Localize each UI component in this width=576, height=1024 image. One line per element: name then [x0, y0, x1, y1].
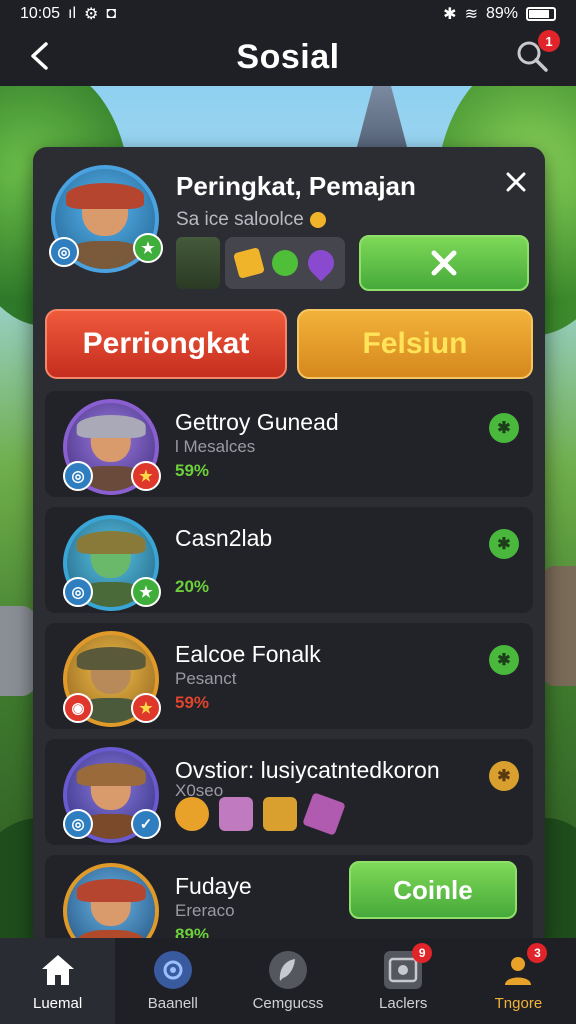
- person-icon: 3: [499, 942, 548, 989]
- player-row[interactable]: ◎ ★ Gettroy Gunead l Mesalces 59% ✱: [45, 391, 533, 497]
- player-name: Ovstior: lusiycatntedkoron: [175, 757, 440, 783]
- nav-label: Luemal: [33, 994, 83, 1012]
- star-icon: ★: [131, 577, 161, 607]
- close-button[interactable]: [501, 167, 531, 197]
- player-percent: 59%: [175, 461, 210, 480]
- item-strip: [225, 237, 345, 289]
- player-row[interactable]: ◎ ★ Casn2lab 20% ✱: [45, 507, 533, 613]
- player-percent: 20%: [175, 577, 210, 596]
- check-icon: ✓: [131, 809, 161, 839]
- status-signal: ıl: [68, 5, 77, 22]
- compass-icon: ◎: [49, 237, 79, 267]
- search-badge: 1: [538, 30, 560, 52]
- social-panel: ◎ ★ Peringkat, Pemajan Sa ice saloolce P…: [33, 147, 545, 947]
- tab-ranking[interactable]: Perriongkat: [45, 309, 287, 379]
- nav-item-camera[interactable]: 9 Laclers: [346, 938, 461, 1024]
- chevron-left-icon: [31, 42, 48, 70]
- treasure-icon: [175, 797, 209, 831]
- player-name: Gettroy Gunead: [175, 409, 339, 435]
- player-avatar: ◎ ★: [63, 515, 161, 611]
- feather-icon: [269, 950, 307, 989]
- compass-icon: ◎: [63, 577, 93, 607]
- bottom-nav: Luemal Baanell Cemgucss 9 Laclers 3 Tngo…: [0, 938, 576, 1024]
- compass-icon: ◎: [63, 461, 93, 491]
- profile-subtitle: Sa ice saloolce: [176, 209, 326, 231]
- soldier-avatar-icon: [176, 237, 220, 289]
- battery-percent: 89%: [485, 5, 518, 22]
- player-avatar: [63, 863, 159, 947]
- player-subtitle: Ereraco: [175, 901, 235, 920]
- nav-label: Cemgucss: [252, 994, 324, 1012]
- item-rewards: [175, 792, 346, 836]
- nav-badge: 9: [412, 942, 433, 963]
- x-icon: [431, 250, 457, 276]
- player-avatar: ◎ ★: [63, 399, 161, 495]
- back-button[interactable]: [22, 38, 58, 74]
- status-icon: ✱: [489, 529, 519, 559]
- player-percent: 59%: [175, 693, 210, 712]
- player-row[interactable]: ◎ ✓ Ovstior: lusiycatntedkoron X0seo ✱: [45, 739, 533, 845]
- nav-item-view[interactable]: Baanell: [115, 938, 230, 1024]
- tab-friends[interactable]: Felsiun: [297, 309, 533, 379]
- camera-icon: 9: [384, 942, 433, 989]
- profile-name: Peringkat, Pemajan: [176, 171, 416, 201]
- nav-badge: 3: [527, 942, 548, 963]
- player-row[interactable]: Fudaye Ereraco 89% Coinle: [45, 855, 533, 947]
- nav-label: Tngore: [494, 994, 543, 1012]
- player-row[interactable]: ◉ ★ Ealcoe Fonalk Pesanct 59% ✱: [45, 623, 533, 729]
- coin-icon: [309, 212, 326, 228]
- compass-icon: ◎: [63, 809, 93, 839]
- player-name: Fudaye: [175, 873, 252, 899]
- star-icon: ★: [133, 233, 163, 263]
- status-icon: ✱: [489, 761, 519, 791]
- player-subtitle: Pesanct: [175, 669, 237, 688]
- status-icon: ✱: [489, 413, 519, 443]
- profile-avatar[interactable]: ◎ ★: [49, 165, 163, 273]
- top-header: Sosial 1: [0, 28, 576, 86]
- player-name: Ealcoe Fonalk: [175, 641, 321, 667]
- status-time: 10:05: [20, 5, 61, 22]
- gift-icon: [219, 797, 253, 831]
- eye-icon: [153, 950, 192, 989]
- gold-bars-icon: [233, 247, 265, 279]
- green-gem-icon: [272, 250, 298, 276]
- close-icon: [506, 172, 526, 192]
- player-avatar: ◎ ✓: [63, 747, 161, 843]
- potion-icon: [302, 792, 346, 836]
- search-button[interactable]: 1: [514, 30, 560, 78]
- home-icon: [39, 951, 77, 989]
- nav-item-feather[interactable]: Cemgucss: [230, 938, 345, 1024]
- player-avatar: ◉ ★: [63, 631, 161, 727]
- status-icon: ✱: [489, 645, 519, 675]
- star-icon: ★: [131, 461, 161, 491]
- settings-icon: ⚙: [84, 6, 99, 23]
- player-name: Casn2lab: [175, 525, 273, 551]
- notification-icon: ◘: [106, 5, 117, 22]
- dismiss-button[interactable]: [359, 235, 529, 291]
- star-icon: ★: [131, 693, 161, 723]
- status-bar: 10:05 ıl ⚙ ◘ ✱ ≋ 89%: [0, 0, 576, 28]
- nav-label: Laclers: [379, 994, 428, 1012]
- vibrate-icon: ✱: [443, 6, 457, 23]
- battery-icon: [526, 7, 556, 21]
- wifi-icon: ≋: [464, 6, 478, 23]
- coinle-button[interactable]: Coinle: [349, 861, 517, 919]
- location-pin-icon: [302, 244, 340, 282]
- nav-label: Baanell: [147, 994, 198, 1012]
- chest-icon: [263, 797, 297, 831]
- player-subtitle: l Mesalces: [175, 437, 256, 456]
- page-title: Sosial: [236, 37, 340, 76]
- nav-item-home[interactable]: Luemal: [0, 938, 116, 1024]
- fire-icon: ◉: [63, 693, 93, 723]
- profile-subtitle-text: Sa ice saloolce: [176, 209, 304, 230]
- nav-item-profile[interactable]: 3 Tngore: [461, 938, 576, 1024]
